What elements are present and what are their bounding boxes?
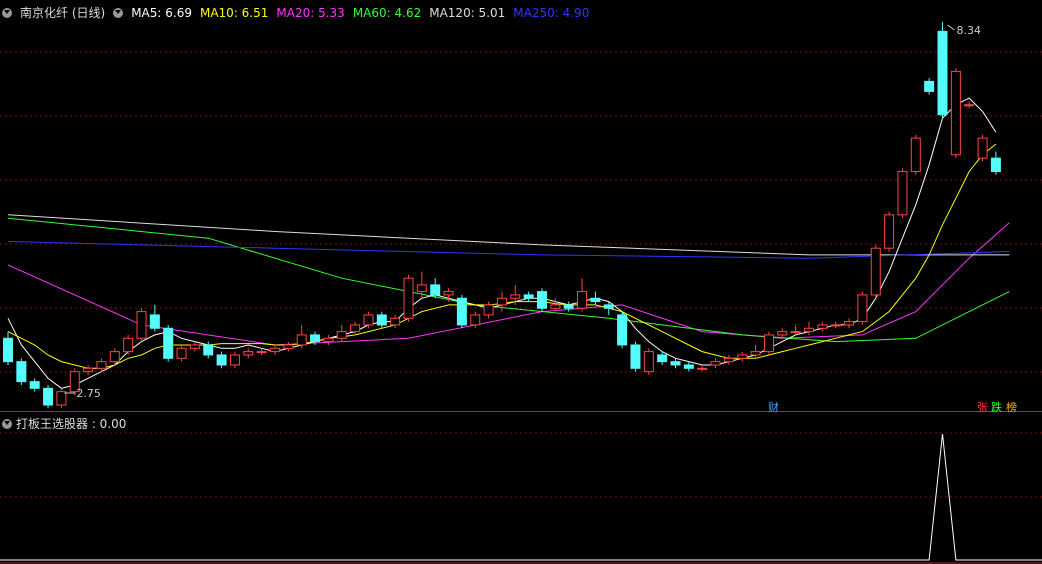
candle-body [296, 334, 307, 346]
candle-body [310, 334, 321, 343]
candle-body [523, 294, 534, 299]
candle-body [483, 304, 494, 316]
candle-body [643, 351, 654, 373]
indicator-label: 打板王选股器 : 0.00 [16, 417, 127, 431]
candle-body [283, 344, 294, 349]
candle-body [83, 367, 94, 373]
candle-body [16, 361, 27, 383]
candle-body [336, 331, 347, 339]
ma-legend-item: MA60: 4.62 [352, 5, 422, 20]
panel-divider [0, 411, 1042, 412]
candle-body [29, 381, 40, 389]
candle-body [96, 361, 107, 369]
chart-header: 南京化纤 (日线) MA5: 6.69 MA10: 6.51 MA20: 5.33 M… [2, 4, 589, 21]
candle-body [990, 157, 1001, 172]
candle-body [710, 361, 721, 366]
candle-body [950, 70, 961, 156]
candle-body [270, 347, 280, 353]
candle-body [590, 297, 601, 303]
indicator-header: 打板王选股器 : 0.00 [2, 415, 126, 432]
ma-menu-icon[interactable] [113, 7, 124, 18]
candle-body [737, 354, 748, 359]
candle-body [977, 137, 988, 159]
candle-body [790, 331, 801, 334]
candle-body [416, 284, 427, 293]
candle-body [630, 344, 641, 369]
bang-tag[interactable]: 榜 [1005, 399, 1018, 415]
candle-body [670, 361, 681, 366]
candle-body [216, 354, 227, 366]
collapse-icon[interactable] [2, 7, 12, 18]
candle-body [804, 327, 814, 333]
candle-body [163, 327, 174, 359]
ma-legend-item: MA120: 5.01 [429, 5, 506, 20]
candle-body [884, 214, 895, 249]
candle-body [910, 137, 921, 172]
candle-body [203, 344, 214, 356]
kline-chart[interactable]: 8.34 2.75 [0, 0, 1042, 564]
candle-body [897, 170, 908, 216]
candle-body [376, 314, 387, 326]
candle-body [844, 321, 855, 326]
candle-body [323, 337, 334, 343]
high-price-label: 8.34 [957, 24, 982, 37]
zhang-tag[interactable]: 张 [976, 399, 989, 415]
ma-legend-item: MA20: 5.33 [276, 5, 345, 20]
candle-body [109, 351, 120, 363]
candle-body [403, 277, 414, 319]
candle-body [136, 311, 147, 339]
candle-body [657, 354, 668, 363]
candle-body [817, 324, 828, 329]
candle-body [56, 391, 67, 406]
candle-body [149, 314, 160, 329]
candle-body [456, 297, 467, 326]
die-tag[interactable]: 跌 [990, 399, 1003, 415]
candle-body [777, 331, 788, 336]
candle-body [683, 364, 694, 369]
ma-legend-item: MA10: 6.51 [199, 5, 269, 20]
candle-body [924, 80, 935, 92]
candle-body [256, 351, 267, 354]
candle-body [496, 297, 507, 306]
candle-body [577, 291, 588, 309]
candle-body [430, 284, 441, 296]
stock-title: 南京化纤 (日线) [20, 6, 106, 20]
candle-body [617, 314, 628, 346]
candle-body [603, 304, 614, 309]
candle-body [830, 324, 841, 327]
ma-line-ma250 [7, 241, 1010, 259]
candle-body [350, 324, 361, 333]
candle-body [123, 337, 134, 353]
low-price-label: 2.75 [76, 387, 101, 400]
candle-body [870, 247, 881, 296]
candle-body [243, 351, 254, 356]
candle-body [3, 337, 13, 363]
candle-body [229, 354, 240, 366]
candle-body [43, 387, 54, 406]
candle-body [470, 314, 481, 326]
candle-body [937, 30, 948, 116]
candle-body [964, 104, 975, 107]
candle-body [763, 334, 774, 353]
candle-body [750, 351, 761, 356]
ma-line-ma120 [7, 214, 1010, 256]
ma-legend: MA5: 6.69 MA10: 6.51 MA20: 5.33 MA60: 4.62 M… [131, 6, 589, 20]
candle-body [443, 291, 454, 296]
candle-body [363, 314, 374, 326]
candle-body [697, 367, 708, 370]
candle-body [723, 357, 734, 363]
high-pointer [947, 24, 955, 31]
candle-body [857, 294, 868, 323]
candle-body [550, 304, 561, 309]
indicator-menu-icon[interactable] [2, 418, 12, 429]
candle-body [390, 317, 401, 326]
candle-body [563, 304, 574, 309]
ma-legend-item: MA250: 4.90 [513, 5, 590, 20]
finance-tag[interactable]: 财 [767, 399, 780, 415]
ma-legend-item: MA5: 6.69 [131, 5, 192, 20]
candle-body [510, 294, 521, 299]
candle-body [189, 344, 200, 349]
candle-body [537, 291, 547, 309]
candle-body [176, 347, 187, 359]
